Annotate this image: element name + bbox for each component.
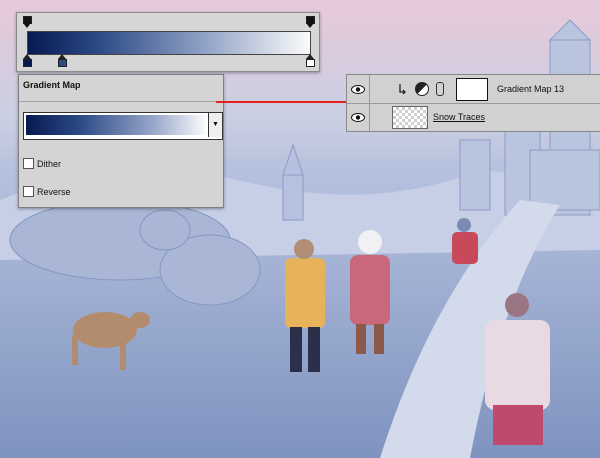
gradient-preview-bar[interactable] bbox=[27, 31, 311, 55]
opacity-stop-right[interactable] bbox=[306, 16, 315, 28]
gradient-editor-bar[interactable] bbox=[16, 12, 320, 72]
layers-panel: Gradient Map 13 Snow Traces bbox=[346, 74, 600, 132]
layer-row-snow-traces[interactable]: Snow Traces bbox=[347, 103, 600, 131]
eye-icon[interactable] bbox=[351, 112, 365, 122]
callout-connector-line bbox=[216, 101, 346, 103]
dither-label: Dither bbox=[37, 158, 62, 169]
opacity-stop-left[interactable] bbox=[23, 16, 32, 28]
layer-name[interactable]: Snow Traces bbox=[433, 112, 485, 122]
panel-title: Gradient Map bbox=[23, 80, 81, 90]
chevron-down-icon[interactable]: ▼ bbox=[208, 113, 222, 137]
reverse-option[interactable]: Reverse bbox=[23, 186, 71, 197]
dither-option[interactable]: Dither bbox=[23, 158, 61, 169]
layer-name[interactable]: Gradient Map 13 bbox=[497, 84, 564, 94]
layer-thumbnail-transparent[interactable] bbox=[392, 106, 428, 129]
color-stop-mid-blue[interactable] bbox=[58, 54, 67, 67]
layer-mask-thumbnail[interactable] bbox=[456, 78, 488, 101]
layer-row-gradient-map[interactable]: Gradient Map 13 bbox=[347, 75, 600, 104]
visibility-toggle[interactable] bbox=[347, 103, 370, 131]
dither-checkbox[interactable] bbox=[23, 158, 34, 169]
gradient-swatch[interactable] bbox=[26, 115, 206, 135]
adjustment-layer-icon[interactable] bbox=[415, 82, 429, 96]
chain-link-icon[interactable] bbox=[436, 82, 444, 96]
divider bbox=[19, 101, 223, 102]
reverse-label: Reverse bbox=[37, 186, 71, 197]
gradient-picker-dropdown[interactable]: ▼ bbox=[23, 112, 223, 140]
gradient-map-properties-panel: Gradient Map ▼ Dither Reverse bbox=[18, 74, 224, 208]
eye-icon[interactable] bbox=[351, 84, 365, 94]
clip-arrow-icon bbox=[399, 84, 406, 95]
color-stop-white[interactable] bbox=[306, 54, 315, 67]
reverse-checkbox[interactable] bbox=[23, 186, 34, 197]
visibility-toggle[interactable] bbox=[347, 75, 370, 103]
color-stop-dark-blue[interactable] bbox=[23, 54, 32, 67]
